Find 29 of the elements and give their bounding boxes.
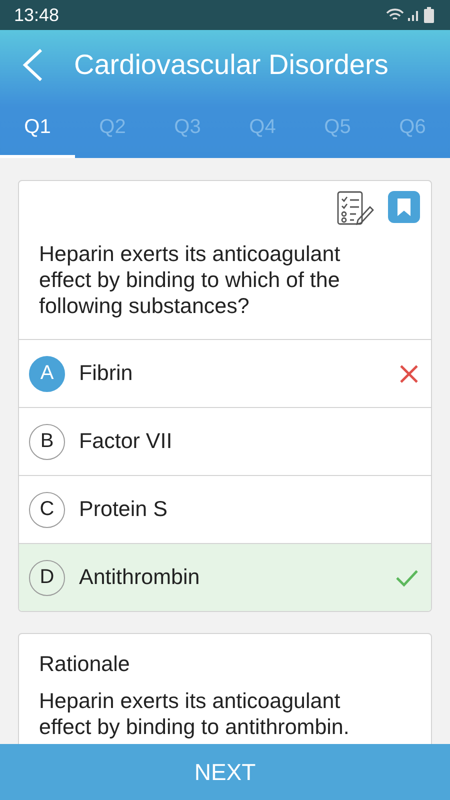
- question-tab[interactable]: Q5: [300, 100, 375, 158]
- option-text: Antithrombin: [79, 565, 201, 590]
- next-button[interactable]: NEXT: [0, 744, 450, 800]
- question-tab[interactable]: Q6: [375, 100, 450, 158]
- option-text: Factor VII: [79, 429, 174, 454]
- option-letter: A: [29, 356, 65, 392]
- back-icon[interactable]: [22, 48, 44, 82]
- question-text: Heparin exerts its anticoagulant effect by binding to which of the following substances?: [38, 241, 342, 320]
- rationale-text: Heparin exerts its anticoagulant effect by binding to antithrombin.: [39, 688, 350, 740]
- option-text: Fibrin: [79, 361, 134, 386]
- question-tab[interactable]: Q4: [225, 100, 300, 158]
- question-tab[interactable]: Q3: [150, 100, 225, 158]
- option-letter: C: [29, 492, 65, 528]
- checklist-icon[interactable]: [336, 191, 374, 227]
- question-tab[interactable]: Q2: [75, 100, 150, 158]
- signal-icon: [407, 8, 421, 22]
- bookmark-button[interactable]: [388, 191, 420, 223]
- answer-option[interactable]: D Antithrombin: [19, 543, 431, 611]
- option-letter: D: [29, 560, 65, 596]
- wifi-icon: [386, 8, 404, 22]
- bookmark-icon: [397, 198, 411, 216]
- question-tab[interactable]: Q1: [0, 100, 75, 158]
- battery-icon: [424, 7, 434, 23]
- screen-title: Cardiovascular Disorders: [74, 49, 388, 81]
- status-time: 13:48: [14, 4, 60, 26]
- option-letter: B: [29, 424, 65, 460]
- option-text: Protein S: [79, 497, 168, 522]
- rationale-heading: Rationale: [39, 652, 131, 677]
- check-icon: [395, 568, 419, 586]
